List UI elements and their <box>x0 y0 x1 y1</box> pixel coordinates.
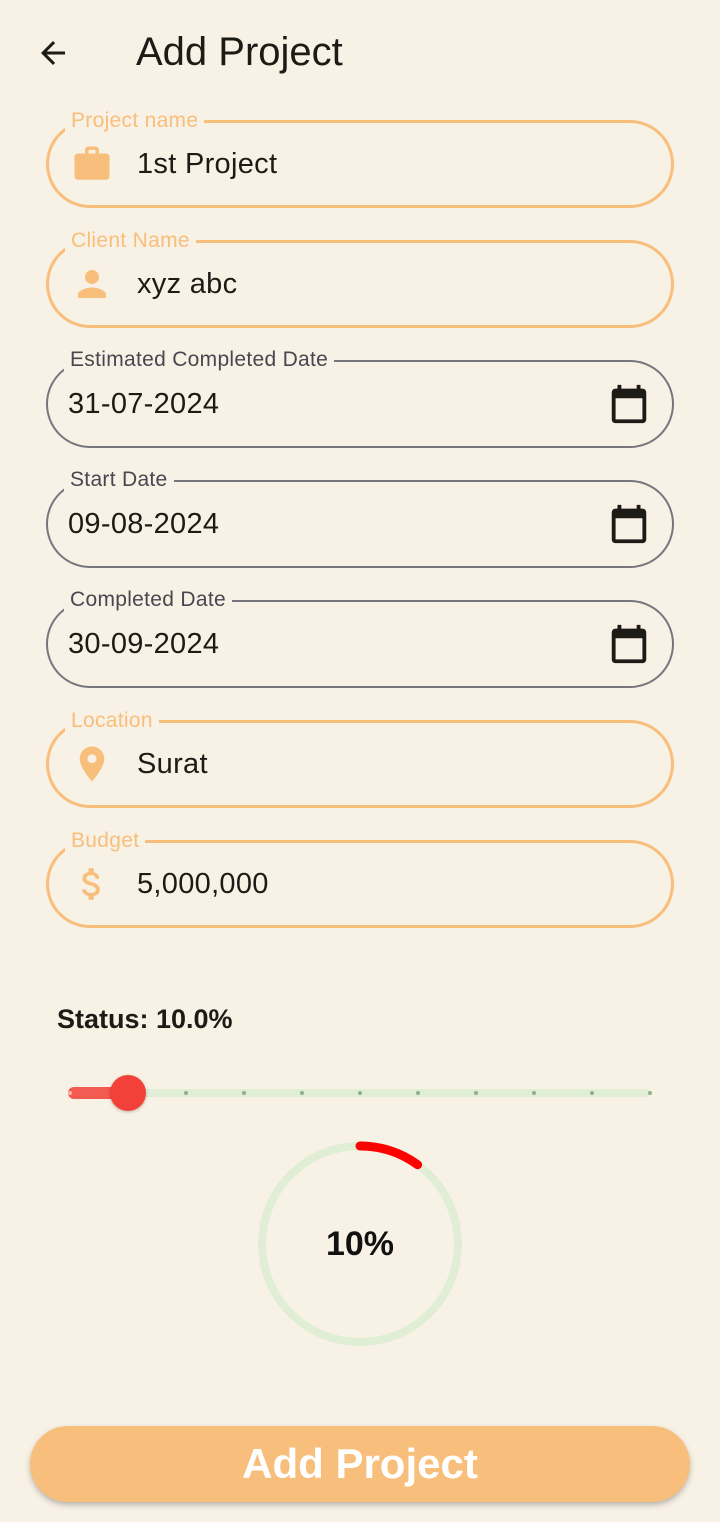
estimated-completed-date-input[interactable]: 31-07-2024 <box>68 386 219 422</box>
budget-field[interactable]: Budget 5,000,000 <box>46 828 674 928</box>
project-name-field[interactable]: Project name 1st Project <box>46 108 674 208</box>
completed-date-input[interactable]: 30-09-2024 <box>68 626 219 662</box>
slider-tick <box>648 1091 652 1095</box>
calendar-icon[interactable] <box>606 501 652 547</box>
project-name-input[interactable]: 1st Project <box>137 146 277 182</box>
slider-tick <box>358 1091 362 1095</box>
arrow-back-icon <box>41 41 65 65</box>
completed-date-field[interactable]: Completed Date 30-09-2024 <box>46 587 674 688</box>
slider-inactive-track <box>128 1089 650 1097</box>
start-date-field[interactable]: Start Date 09-08-2024 <box>46 467 674 568</box>
location-field[interactable]: Location Surat <box>46 708 674 808</box>
start-date-input[interactable]: 09-08-2024 <box>68 506 219 542</box>
budget-label: Budget <box>65 828 146 854</box>
progress-percent: 10% <box>325 1224 395 1263</box>
start-date-label: Start Date <box>64 467 174 493</box>
slider-tick <box>532 1091 536 1095</box>
slider-tick <box>242 1091 246 1095</box>
project-name-label: Project name <box>65 108 205 134</box>
estimated-completed-date-label: Estimated Completed Date <box>64 347 335 373</box>
location-pin-icon <box>71 743 113 785</box>
slider-thumb[interactable] <box>110 1075 146 1111</box>
slider-tick <box>68 1091 72 1095</box>
client-name-input[interactable]: xyz abc <box>137 266 237 302</box>
slider-tick <box>416 1091 420 1095</box>
status-slider[interactable] <box>60 1068 660 1118</box>
page-title: Add Project <box>136 30 343 74</box>
slider-tick <box>474 1091 478 1095</box>
status-progress-ring: 10% <box>256 1140 464 1348</box>
client-name-field[interactable]: Client Name xyz abc <box>46 228 674 328</box>
completed-date-label: Completed Date <box>64 587 232 613</box>
app-bar: Add Project <box>0 0 720 104</box>
location-label: Location <box>65 708 159 734</box>
calendar-icon[interactable] <box>606 621 652 667</box>
estimated-completed-date-field[interactable]: Estimated Completed Date 31-07-2024 <box>46 347 674 448</box>
add-project-button[interactable]: Add Project <box>30 1426 690 1502</box>
slider-tick <box>300 1091 304 1095</box>
person-icon <box>71 263 113 305</box>
slider-tick <box>184 1091 188 1095</box>
budget-input[interactable]: 5,000,000 <box>137 866 269 902</box>
status-label: Status: 10.0% <box>57 1004 233 1034</box>
slider-tick <box>590 1091 594 1095</box>
back-button[interactable] <box>28 28 78 78</box>
briefcase-icon <box>71 143 113 185</box>
calendar-icon[interactable] <box>606 381 652 427</box>
location-input[interactable]: Surat <box>137 746 208 782</box>
client-name-label: Client Name <box>65 228 196 254</box>
dollar-icon <box>71 863 113 905</box>
